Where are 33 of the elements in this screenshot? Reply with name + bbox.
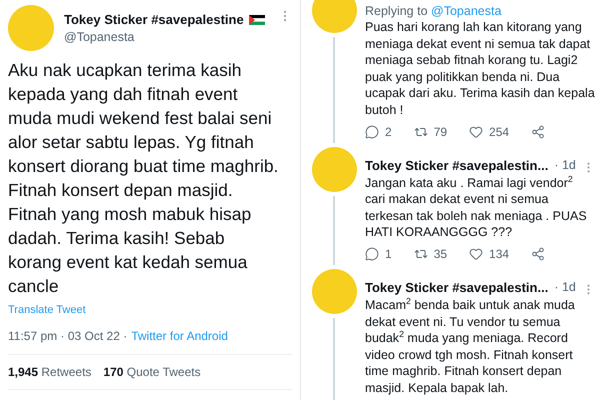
like-button[interactable]: 254 (469, 124, 510, 139)
retweet-button[interactable]: 79 (414, 124, 448, 139)
display-name: Tokey Sticker #savepalestine (64, 12, 244, 27)
reply-icon (365, 124, 379, 139)
avatar[interactable] (312, 0, 356, 33)
tweet-time: 11:57 pm · 03 Oct 22 · (8, 329, 128, 343)
like-button[interactable]: 134 (469, 246, 510, 261)
reply-icon (365, 246, 379, 261)
reply-text: Macam$^{2}$ benda baik untuk anak muda dekat event ni. Tu vendor tu semua budak$^{2}$ muda yang meniaga. Record video crowd tgh mosh. Fitnah konsert time maghrib. Fitnah konsert depan masjid. Kepala bapak lah. (365, 296, 576, 396)
reply-text: Jangan kata aku . Ramai lagi vendor$^{2}$ cari makan dekat event ni semua terkesan tak boleh nak meniaga . PUAS HATI KORAANGGGG ??? (365, 174, 588, 241)
avatar[interactable] (312, 268, 356, 314)
tweet-age: · 1d (554, 280, 576, 294)
tweet-age: · 1d (554, 158, 576, 172)
share-icon (531, 124, 546, 139)
replying-to-text: Replying to @Topanesta (365, 4, 502, 18)
display-name: Tokey Sticker #savepalestin... (365, 158, 548, 173)
stat-count[interactable]: 1,945 Retweets (8, 365, 92, 379)
reply-button[interactable]: 1 (365, 246, 392, 261)
tweet-text: Aku nak ucapkan terima kasih kepada yang dah fitnah event muda mudi wekend fest balai seni alor setar sabtu lepas. Yg fitnah konsert diorang buat time maghrib. Fitnah konsert depan masjid. Fitnah yang mosh mabuk hisap dadah. Terima kasih! Sebab korang event kat kedah semua cancle (8, 59, 280, 298)
flag-icon (248, 14, 265, 24)
heart-icon (469, 246, 484, 261)
share-icon (531, 246, 546, 261)
display-name: Tokey Sticker #savepalestin... (365, 280, 548, 295)
reply-text: Puas hari korang lah kan kitorang yang meniaga dekat event ni semua tak dapat meniaga sebab fitnah korang tu. Lagi2 puak yang politikkan benda ni. Dua ucapak dari aku. Terima kasih dan kepala butoh ! (365, 19, 595, 119)
avatar[interactable] (312, 146, 356, 192)
user-handle: @Topanesta (64, 30, 136, 44)
heart-icon (469, 124, 484, 139)
share-button[interactable] (531, 124, 546, 139)
reply-button[interactable]: 2 (365, 124, 392, 139)
avatar[interactable] (8, 5, 54, 51)
stat-count[interactable]: 170 Quote Tweets (103, 365, 201, 379)
share-button[interactable] (531, 246, 546, 261)
retweet-button[interactable]: 35 (414, 246, 448, 261)
